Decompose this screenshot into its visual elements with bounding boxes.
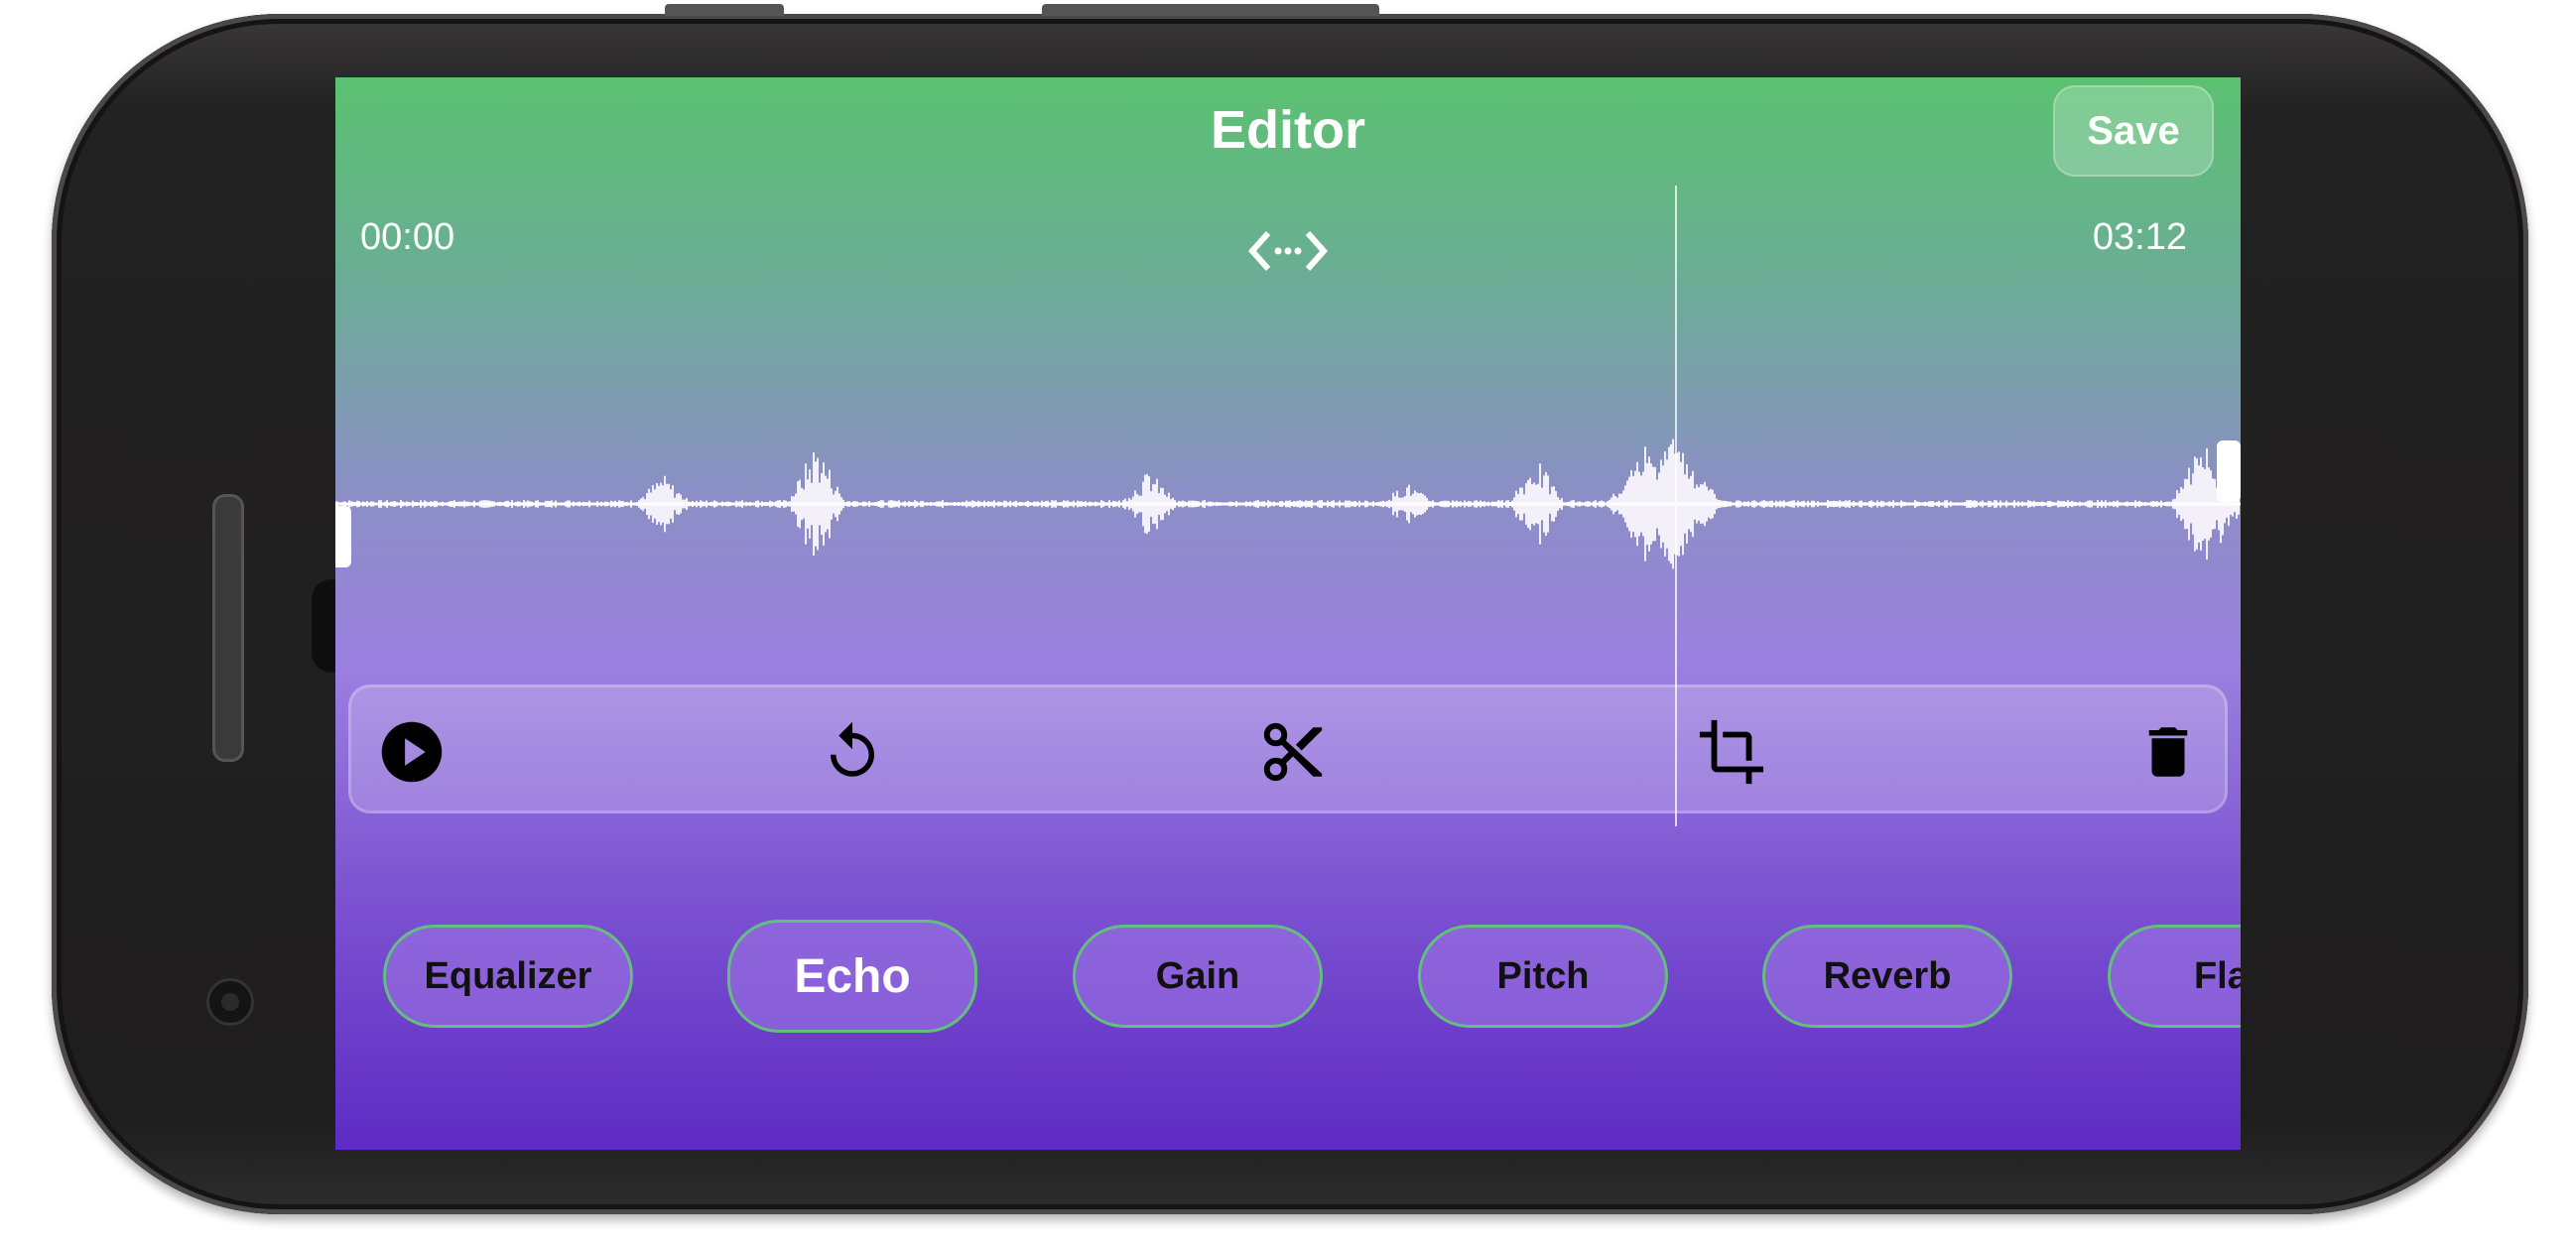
trim-end-handle[interactable]: [2217, 440, 2241, 502]
speaker-grille: [212, 494, 244, 762]
end-time: 03:12: [2092, 216, 2187, 258]
delete-button[interactable]: [2133, 717, 2203, 787]
effect-chip-equalizer[interactable]: Equalizer: [383, 925, 633, 1028]
audio-waveform[interactable]: [335, 405, 2241, 603]
trim-start-handle[interactable]: [335, 506, 351, 567]
save-button[interactable]: Save: [2053, 85, 2214, 177]
play-circle-icon: [381, 721, 443, 783]
front-camera: [206, 978, 254, 1026]
trash-icon: [2148, 727, 2188, 777]
effect-chip-echo[interactable]: Echo: [727, 920, 977, 1033]
undo-icon: [831, 721, 874, 777]
effect-chip-reverb[interactable]: Reverb: [1762, 925, 2012, 1028]
crop-icon: [1699, 719, 1764, 785]
volume-button: [665, 4, 784, 16]
start-time: 00:00: [360, 216, 455, 258]
editor-screen: Editor Save 00:00 03:12 Equalizer Echo Gai…: [335, 77, 2241, 1150]
effect-chip-pitch[interactable]: Pitch: [1418, 925, 1668, 1028]
scissors-icon: [1263, 722, 1323, 782]
play-button[interactable]: [377, 717, 447, 787]
power-button: [1042, 4, 1379, 16]
cut-button[interactable]: [1258, 717, 1328, 787]
code-expand-icon[interactable]: [1248, 221, 1328, 281]
effect-chip-flan[interactable]: Flan: [2108, 925, 2241, 1028]
undo-button[interactable]: [818, 717, 887, 787]
crop-button[interactable]: [1697, 717, 1766, 787]
page-title: Editor: [1211, 100, 1365, 160]
edit-toolbar: [348, 685, 2228, 813]
effect-chip-gain[interactable]: Gain: [1073, 925, 1323, 1028]
